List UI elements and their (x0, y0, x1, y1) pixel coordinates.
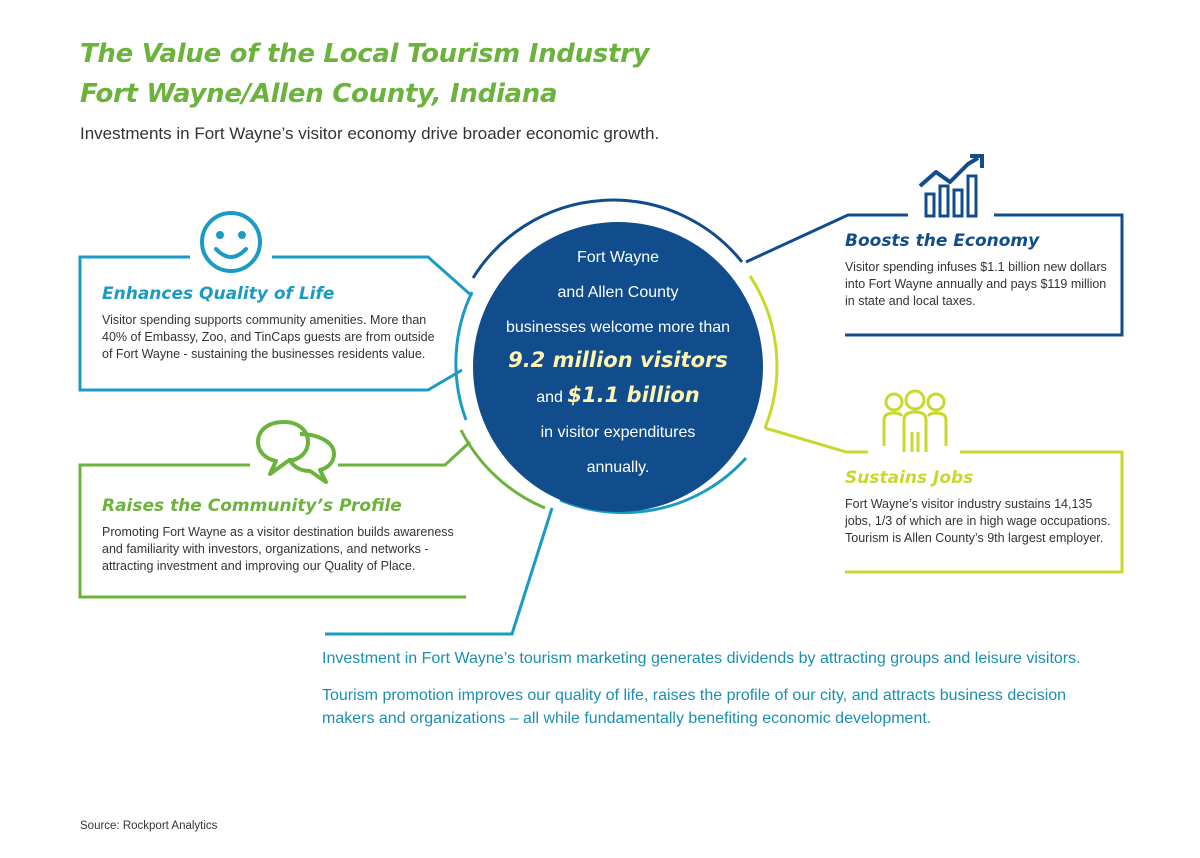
profile-text: Promoting Fort Wayne as a visitor destin… (102, 525, 454, 573)
center-visitors: 9.2 million visitors (508, 348, 728, 372)
jobs-box: Sustains Jobs Fort Wayne’s visitor indus… (845, 468, 1113, 547)
speech-bubbles-icon (256, 420, 336, 484)
center-amount-line: and $1.1 billion (473, 383, 763, 407)
center-circle: Fort Wayne and Allen County businesses w… (473, 222, 763, 512)
center-line-2: and Allen County (557, 284, 679, 301)
people-group-icon (882, 389, 948, 452)
economy-text: Visitor spending infuses $1.1 billion ne… (845, 260, 1107, 308)
profile-frame-right (338, 440, 472, 467)
profile-title: Raises the Community’s Profile (102, 496, 402, 516)
center-line-3: businesses welcome more than (505, 319, 731, 336)
center-amount: $1.1 billion (567, 383, 700, 407)
center-and: and (536, 389, 563, 406)
center-line-5: in visitor expenditures (540, 424, 696, 441)
profile-box: Raises the Community’s Profile Promoting… (102, 496, 472, 575)
jobs-frame-left (764, 426, 868, 454)
ring-arc-teal-left (454, 291, 474, 421)
quality-box: Enhances Quality of Life Visitor spendin… (102, 284, 447, 363)
center-line-6: annually. (586, 459, 650, 476)
bottom-paragraph-1: Investment in Fort Wayne’s tourism marke… (322, 650, 1081, 667)
growth-chart-icon (918, 154, 984, 218)
quality-title: Enhances Quality of Life (102, 284, 335, 304)
smiley-icon (200, 211, 262, 273)
jobs-text: Fort Wayne’s visitor industry sustains 1… (845, 497, 1111, 545)
bottom-paragraph-2: Tourism promotion improves our quality o… (322, 687, 1067, 727)
economy-box: Boosts the Economy Visitor spending infu… (845, 231, 1113, 310)
jobs-title: Sustains Jobs (845, 468, 974, 488)
center-line-1: Fort Wayne (576, 249, 660, 266)
economy-title: Boosts the Economy (845, 231, 1040, 251)
source-note: Source: Rockport Analytics (80, 820, 218, 832)
quality-text: Visitor spending supports community amen… (102, 313, 435, 361)
